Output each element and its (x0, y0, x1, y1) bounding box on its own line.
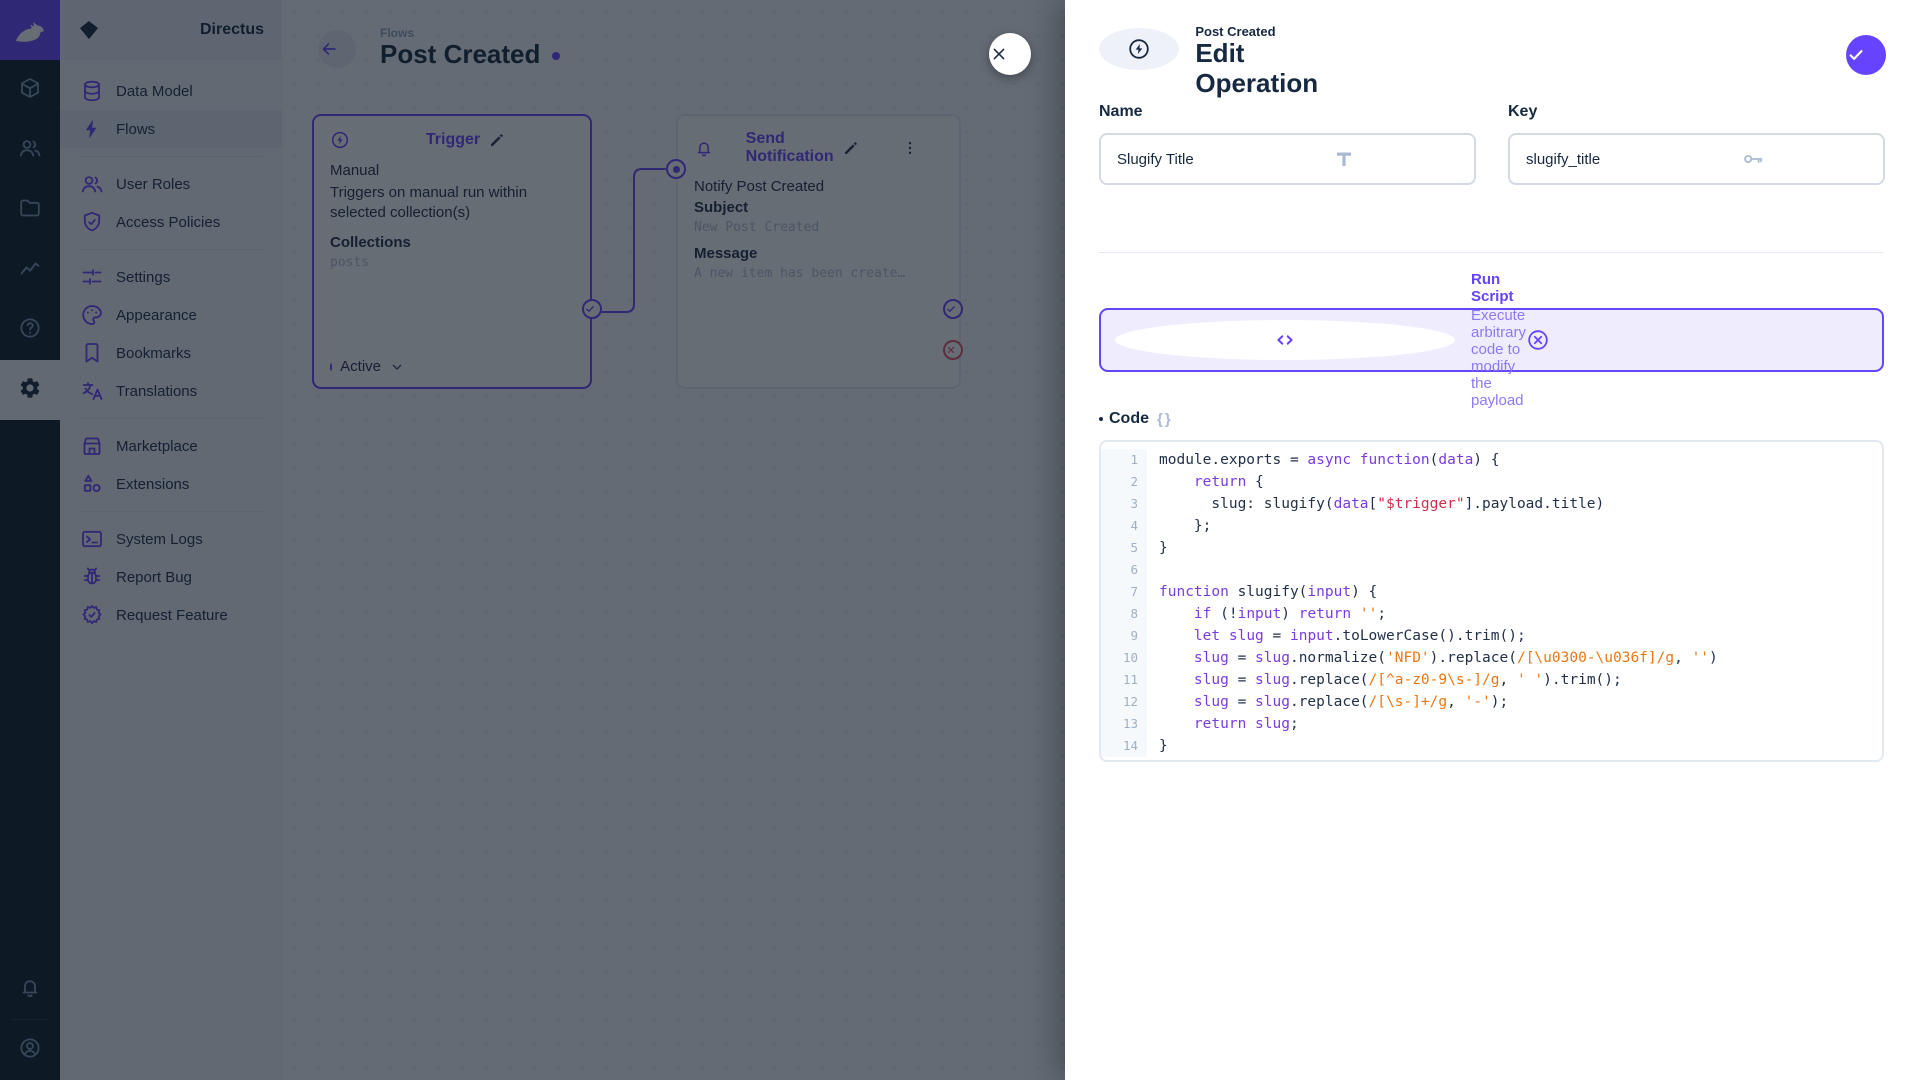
key-field-label: Key (1508, 103, 1537, 121)
code-editor[interactable]: 1module.exports = async function(data) {… (1099, 440, 1884, 762)
code-line: 7function slugify(input) { (1101, 581, 1882, 603)
edit-operation-drawer: Post Created Edit Operation Name Key Run… (1065, 0, 1920, 1080)
operation-type-subtitle: Execute arbitrary code to modify the pay… (1471, 307, 1526, 409)
name-input[interactable] (1101, 135, 1332, 183)
key-input-wrapper (1508, 133, 1885, 185)
code-line: 13 return slug; (1101, 713, 1882, 735)
code-line: 12 slug = slug.replace(/[\s-]+/g, '-'); (1101, 691, 1882, 713)
drawer-dim-overlay[interactable] (0, 0, 1065, 1080)
code-line: 2 return { (1101, 471, 1882, 493)
braces-icon: {} (1157, 411, 1173, 428)
code-lines: 1module.exports = async function(data) {… (1101, 442, 1882, 762)
code-line: 4 }; (1101, 515, 1882, 537)
code-field-label: Code (1109, 410, 1149, 428)
close-icon (989, 44, 1031, 64)
directus-app: Directus Data ModelFlowsUser RolesAccess… (0, 0, 1920, 1080)
required-dot (1099, 417, 1103, 421)
drawer-title: Edit Operation (1195, 39, 1318, 99)
key-icon (1741, 147, 1920, 171)
drawer-breadcrumb: Post Created (1195, 24, 1318, 39)
code-line: 9 let slug = input.toLowerCase().trim(); (1101, 625, 1882, 647)
code-line: 6 (1101, 559, 1882, 581)
code-line: 8 if (!input) return ''; (1101, 603, 1882, 625)
code-line: 10 slug = slug.normalize('NFD').replace(… (1101, 647, 1882, 669)
bolt-circle-icon (1099, 28, 1179, 70)
name-input-wrapper (1099, 133, 1476, 185)
name-field-label: Name (1099, 103, 1143, 121)
close-drawer-button[interactable] (989, 33, 1031, 75)
save-button[interactable] (1846, 35, 1886, 75)
code-line: 11 slug = slug.replace(/[^a-z0-9\s-]/g, … (1101, 669, 1882, 691)
code-line: 1module.exports = async function(data) { (1101, 449, 1882, 471)
check-icon (1846, 45, 1886, 65)
code-line: 14} (1101, 735, 1882, 757)
key-input[interactable] (1510, 135, 1741, 183)
operation-type-banner[interactable]: Run Script Execute arbitrary code to mod… (1099, 308, 1884, 372)
code-line: 5} (1101, 537, 1882, 559)
x-circle-icon[interactable] (1526, 328, 1866, 352)
divider (1099, 252, 1884, 253)
operation-type-title: Run Script (1471, 271, 1526, 305)
code-line: 3 slug: slugify(data["$trigger"].payload… (1101, 493, 1882, 515)
code-brackets-icon (1115, 320, 1455, 360)
